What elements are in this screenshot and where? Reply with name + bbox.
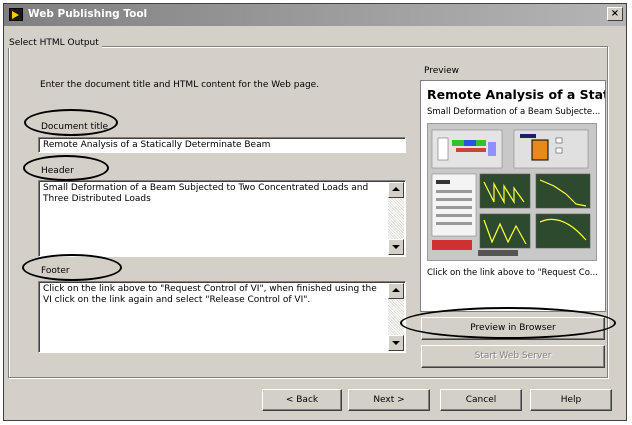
help-button[interactable]: Help [530,389,612,411]
annotation-circle-document-title [24,109,118,136]
group-label: Select HTML Output [6,38,102,48]
header-value: Small Deformation of a Beam Subjected to… [43,183,369,204]
header-scrollbar[interactable] [388,182,404,255]
preview-footer: Click on the link above to "Request Co..… [427,268,598,278]
cancel-button[interactable]: Cancel [440,389,522,411]
document-title-value: Remote Analysis of a Statically Determin… [43,140,271,150]
vi-front-panel-graphic [431,129,591,256]
annotation-circle-preview-button [400,307,616,339]
footer-scrollbar[interactable] [388,283,404,351]
scroll-down-icon[interactable] [388,239,404,255]
annotation-circle-footer [22,254,122,281]
start-web-server-button: Start Web Server [421,345,605,368]
instructions-text: Enter the document title and HTML conten… [40,80,320,90]
scroll-up-icon[interactable] [388,182,404,198]
footer-value: Click on the link above to "Request Cont… [43,284,377,305]
preview-header: Small Deformation of a Beam Subjecte... [427,107,601,117]
scroll-up-icon[interactable] [388,283,404,299]
back-button[interactable]: < Back [262,389,342,411]
header-textarea[interactable]: Small Deformation of a Beam Subjected to… [38,180,406,257]
title-bar[interactable]: Web Publishing Tool × [4,4,626,26]
preview-vi-thumbnail [427,123,597,261]
close-icon[interactable]: × [607,7,623,21]
labview-app-icon [9,8,23,21]
window-title: Web Publishing Tool [28,8,148,20]
document-title-input[interactable]: Remote Analysis of a Statically Determin… [38,137,406,153]
footer-textarea[interactable]: Click on the link above to "Request Cont… [38,281,406,353]
next-button[interactable]: Next > [348,389,430,411]
preview-label: Preview [424,66,460,76]
annotation-circle-header [23,155,109,181]
scroll-down-icon[interactable] [388,335,404,351]
preview-title: Remote Analysis of a Static... [427,87,605,102]
preview-panel: Remote Analysis of a Static... Small Def… [420,80,606,312]
